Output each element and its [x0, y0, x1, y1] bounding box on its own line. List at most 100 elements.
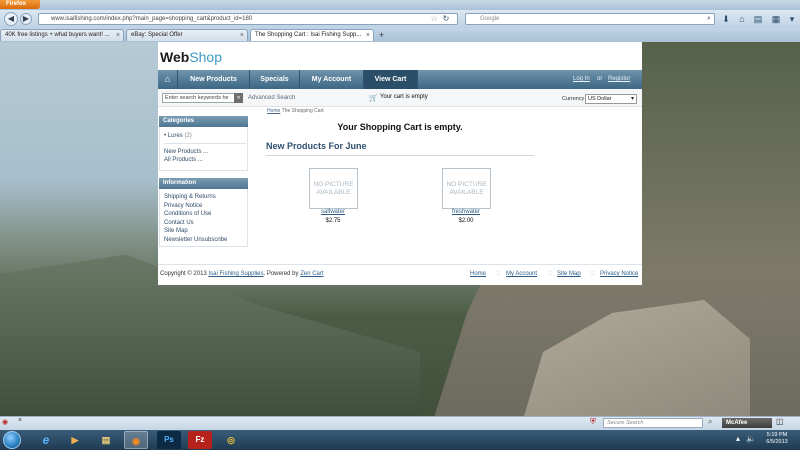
new-products-title: New Products For June: [266, 141, 367, 151]
photoshop-icon[interactable]: Ps: [157, 431, 181, 449]
copyright-label: Copyright © 2013: [160, 271, 207, 277]
powered-by-text: . Powered by: [263, 271, 299, 277]
advanced-search-link[interactable]: Advanced Search: [248, 95, 295, 101]
product-price: $2.75: [325, 218, 341, 224]
information-heading: Information: [159, 178, 248, 189]
logo-accent-text: Shop: [189, 49, 223, 65]
info-link-conditions[interactable]: Conditions of Use: [164, 210, 211, 218]
cart-empty-message: Your Shopping Cart is empty.: [337, 122, 463, 132]
browser-titlebar: [0, 0, 800, 10]
category-count: (2): [184, 133, 192, 139]
footer-privacy-link[interactable]: Privacy Notice: [600, 271, 638, 277]
category-lures[interactable]: • Lures (2): [164, 132, 192, 140]
mcafee-button[interactable]: McAfee: [722, 418, 772, 428]
menu-view-cart[interactable]: View Cart: [364, 70, 418, 89]
footer-site-map-link[interactable]: Site Map: [557, 271, 581, 277]
addon-icon[interactable]: ▦: [770, 13, 782, 25]
footer-home-link[interactable]: Home: [470, 271, 486, 277]
bookmark-star-icon[interactable]: ☆: [428, 13, 440, 25]
info-link-contact[interactable]: Contact Us: [164, 219, 194, 227]
address-bar[interactable]: www.isaifishing.com/index.php?main_page=…: [38, 13, 458, 25]
search-go-button[interactable]: »: [234, 93, 243, 103]
system-clock[interactable]: 5:19 PM 6/5/2013: [757, 432, 797, 446]
filezilla-icon[interactable]: Fz: [188, 431, 212, 449]
downloads-icon[interactable]: ⬇: [720, 13, 732, 25]
zen-cart-link[interactable]: Zen Cart: [300, 271, 323, 277]
tab-shopping-cart[interactable]: The Shopping Cart : Isai Fishing Supp...…: [250, 29, 374, 41]
addon-status-icon[interactable]: ◉: [2, 418, 8, 426]
cart-status-text[interactable]: Your cart is empty: [380, 94, 428, 100]
tab-label: The Shopping Cart : Isai Fishing Supp...: [255, 32, 362, 38]
footer-my-account-link[interactable]: My Account: [506, 271, 537, 277]
taskbar: [0, 430, 800, 450]
or-text: or: [597, 76, 603, 82]
info-link-privacy[interactable]: Privacy Notice: [164, 202, 202, 210]
menu-my-account[interactable]: My Account: [300, 70, 364, 89]
categories-heading: Categories: [159, 116, 248, 127]
site-logo[interactable]: WebShop: [160, 49, 222, 65]
breadcrumb-home[interactable]: Home: [267, 108, 280, 114]
home-menu-icon[interactable]: ⌂: [158, 70, 178, 89]
product-image-placeholder[interactable]: NO PICTURE AVAILABLE: [309, 168, 358, 209]
close-icon[interactable]: ×: [366, 30, 370, 41]
file-explorer-icon[interactable]: ▤: [94, 431, 118, 449]
divider: [164, 143, 246, 144]
product-name-link[interactable]: freshwater: [431, 209, 501, 215]
clock-time: 5:19 PM: [766, 432, 788, 438]
reload-icon[interactable]: ↻: [440, 13, 452, 25]
all-products-link[interactable]: All Products ...: [164, 156, 203, 164]
tab-ebay-special-offer[interactable]: eBay: Special Offer ×: [126, 29, 248, 41]
close-icon[interactable]: ×: [116, 30, 120, 41]
media-player-icon[interactable]: ▶: [63, 431, 87, 449]
tab-40k-listings[interactable]: 40K free listings + what buyers want! ..…: [0, 29, 124, 41]
home-icon[interactable]: ⌂: [736, 13, 748, 25]
footer-divider: [158, 264, 642, 265]
clock-date: 6/5/2013: [766, 439, 788, 445]
menu-specials[interactable]: Specials: [250, 70, 300, 89]
login-link[interactable]: Log In: [573, 70, 590, 89]
start-button[interactable]: [3, 431, 21, 449]
volume-icon[interactable]: 🔈: [746, 434, 756, 443]
new-tab-button[interactable]: +: [376, 30, 387, 41]
info-link-sitemap[interactable]: Site Map: [164, 227, 188, 235]
firefox-menu-button[interactable]: Firefox: [0, 0, 40, 9]
product-name-link[interactable]: saltwater: [298, 209, 368, 215]
search-input[interactable]: Enter search keywords he: [162, 93, 236, 103]
search-icon[interactable]: ⌕: [703, 13, 715, 25]
firefox-taskbar-icon[interactable]: ◉: [124, 431, 148, 449]
logo-main-text: Web: [160, 49, 190, 65]
currency-label: Currency: [562, 96, 585, 102]
menu-new-products[interactable]: New Products: [178, 70, 250, 89]
search-bar[interactable]: Google: [465, 13, 715, 25]
product-price: $2.00: [458, 218, 474, 224]
forward-button[interactable]: ▶: [20, 13, 32, 25]
chrome-icon[interactable]: ◎: [219, 431, 243, 449]
currency-select[interactable]: US Dollar: [585, 94, 637, 104]
shop-name-link[interactable]: Isai Fishing Supplies: [208, 271, 263, 277]
copyright-text: Copyright © 2013 Isai Fishing Supplies. …: [160, 271, 324, 277]
divider: [266, 155, 534, 156]
warning-icon[interactable]: ◫: [776, 417, 784, 426]
footer-separator: ::: [548, 271, 552, 277]
back-button[interactable]: ◀: [4, 12, 18, 26]
internet-explorer-icon[interactable]: e: [34, 431, 58, 449]
menu-icon[interactable]: ▾: [786, 13, 798, 25]
footer-separator: ::: [591, 271, 595, 277]
bookmarks-icon[interactable]: ▤: [752, 13, 764, 25]
breadcrumb-current: The Shopping Cart: [281, 108, 324, 114]
tab-label: 40K free listings + what buyers want! ..…: [5, 32, 110, 38]
product-image-placeholder[interactable]: NO PICTURE AVAILABLE: [442, 168, 491, 209]
search-icon[interactable]: ⌕: [708, 417, 712, 427]
footer-separator: ::: [497, 271, 501, 277]
secure-search-input[interactable]: Secure Search: [603, 418, 703, 428]
close-icon[interactable]: ×: [240, 30, 244, 41]
category-label: Lures: [167, 133, 183, 139]
info-link-shipping[interactable]: Shipping & Returns: [164, 193, 216, 201]
register-link[interactable]: Register: [608, 70, 630, 89]
info-link-unsubscribe[interactable]: Newsletter Unsubscribe: [164, 236, 227, 244]
shield-icon[interactable]: ⛨: [590, 417, 596, 427]
close-icon[interactable]: ×: [18, 417, 22, 424]
tray-arrow-icon[interactable]: ▴: [736, 434, 740, 443]
tab-label: eBay: Special Offer: [131, 32, 183, 38]
breadcrumb: Home The Shopping Cart: [267, 108, 324, 114]
